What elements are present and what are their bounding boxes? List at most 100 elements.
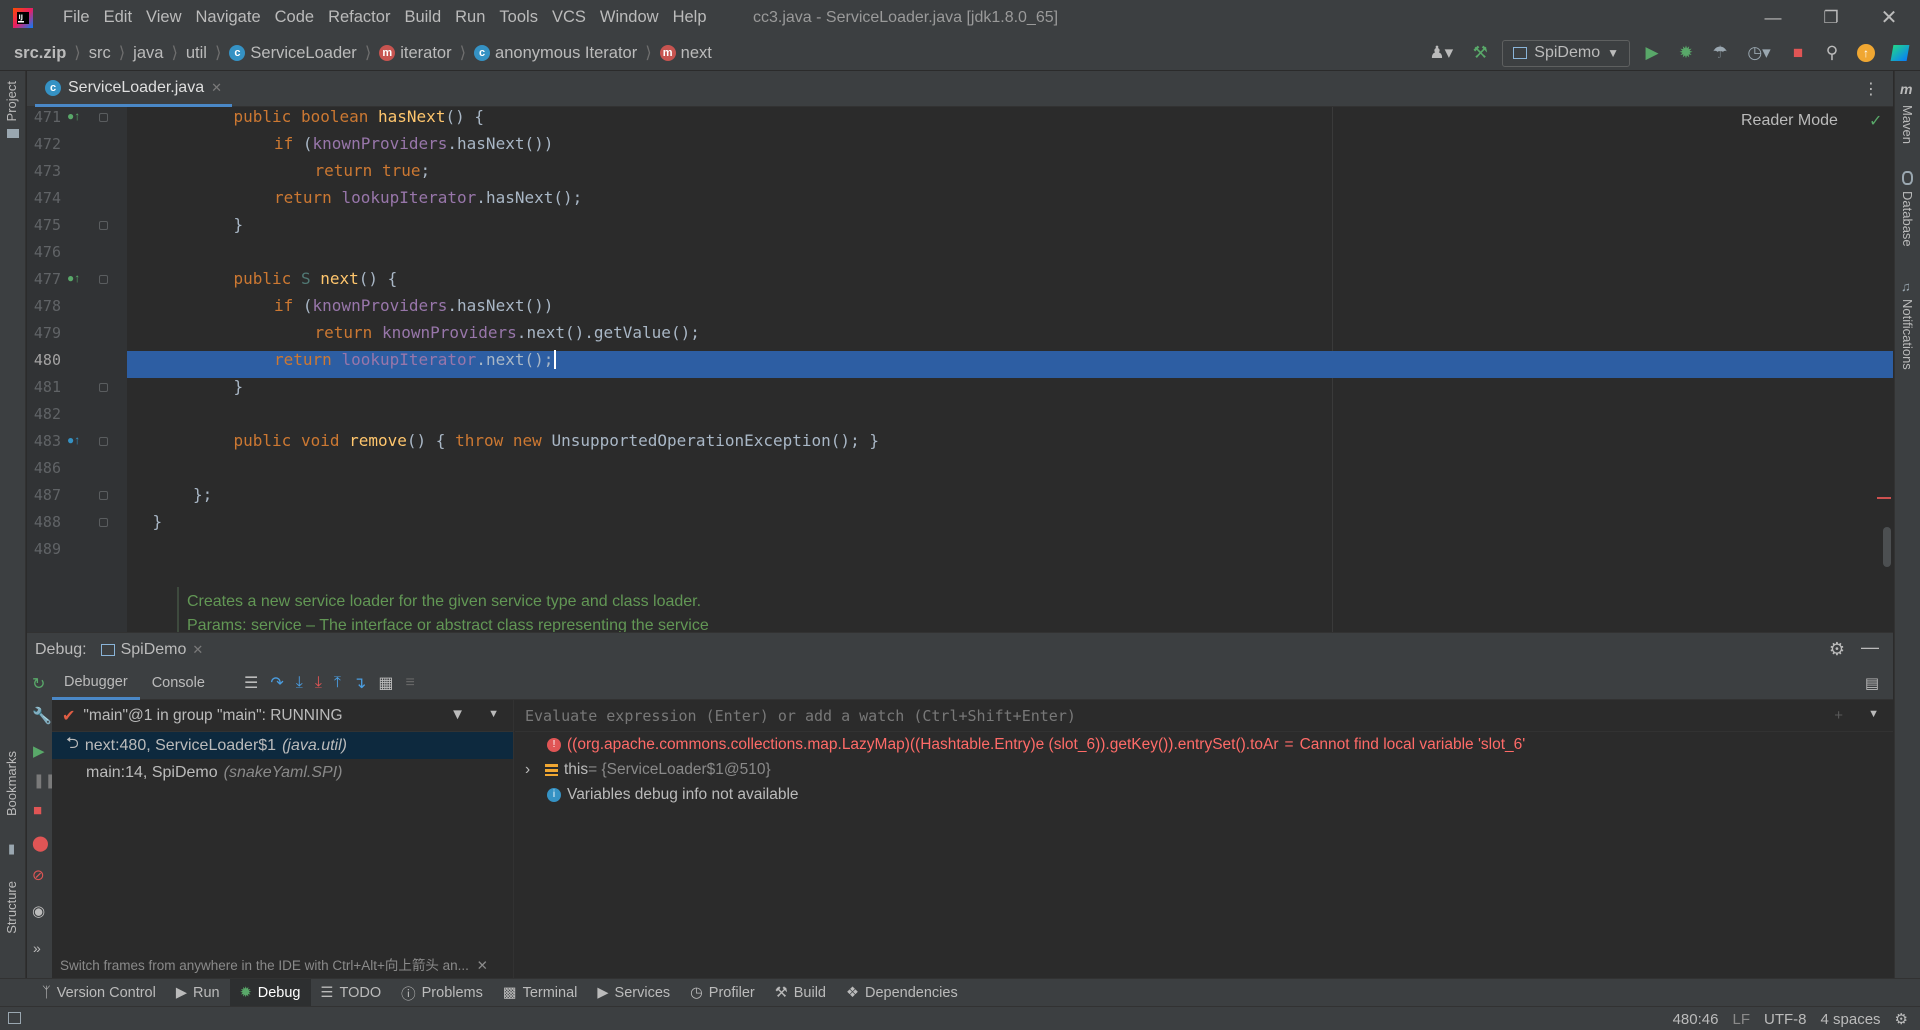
tab-version-control[interactable]: ᛉ Version Control — [32, 979, 166, 1007]
line-number[interactable]: 489 — [27, 540, 61, 558]
file-encoding[interactable]: UTF-8 — [1764, 1011, 1807, 1028]
line-number[interactable]: 473 — [27, 162, 61, 180]
tab-console[interactable]: Console — [140, 666, 217, 700]
line-number[interactable]: 480 — [27, 351, 61, 369]
tab-terminal[interactable]: ▩ Terminal — [493, 979, 588, 1007]
fold-marker-icon[interactable] — [99, 491, 108, 500]
rerun-icon[interactable]: ↻ — [32, 674, 45, 694]
maven-tool-tab[interactable]: Maven — [1900, 105, 1915, 144]
update-icon[interactable]: ↑ — [1854, 41, 1878, 65]
frame-row[interactable]: ⮌ next:480, ServiceLoader$1 (java.util) — [52, 732, 513, 759]
force-step-into-icon[interactable]: ⤓ — [315, 674, 322, 692]
step-over-icon[interactable]: ↷ — [270, 673, 283, 693]
evaluate-expression-icon[interactable]: ▦ — [378, 673, 393, 693]
inspector-icon[interactable]: ⚙ — [1895, 1010, 1908, 1028]
line-number[interactable]: 486 — [27, 459, 61, 477]
tab-services[interactable]: ▶ Services — [587, 979, 680, 1007]
breadcrumb-anonymous-class[interactable]: c anonymous Iterator — [474, 44, 637, 63]
line-number[interactable]: 471 — [27, 108, 61, 126]
jetbrains-toolbox-icon[interactable] — [1888, 41, 1912, 65]
more-actions-icon[interactable]: » — [33, 940, 41, 956]
code-editor[interactable]: public boolean hasNext() {if (knownProvi… — [27, 107, 1893, 632]
breadcrumb-method-iterator[interactable]: m iterator — [379, 44, 452, 63]
indent-setting[interactable]: 4 spaces — [1821, 1011, 1881, 1028]
tab-dependencies[interactable]: ❖ Dependencies — [836, 979, 968, 1007]
stop-icon[interactable]: ■ — [1786, 41, 1810, 65]
implements-method-icon[interactable]: ●↑ — [67, 433, 80, 447]
menu-tools[interactable]: Tools — [492, 0, 545, 35]
menu-window[interactable]: Window — [593, 0, 666, 35]
show-execution-point-icon[interactable]: ☰ — [244, 673, 258, 693]
fold-marker-icon[interactable] — [99, 113, 108, 122]
breadcrumb-java[interactable]: java — [133, 44, 163, 63]
line-number[interactable]: 475 — [27, 216, 61, 234]
close-tab-icon[interactable]: ✕ — [211, 80, 222, 96]
debug-session-tab[interactable]: SpiDemo ✕ — [100, 641, 203, 659]
vcs-user-icon[interactable]: ♟▾ — [1424, 41, 1458, 65]
line-separator[interactable]: LF — [1732, 1011, 1750, 1028]
intellij-logo-icon[interactable]: IJ — [12, 7, 34, 29]
profile-icon[interactable]: ◷▾ — [1742, 41, 1776, 65]
fold-marker-icon[interactable] — [99, 221, 108, 230]
line-number[interactable]: 472 — [27, 135, 61, 153]
coverage-icon[interactable]: ☂ — [1708, 41, 1732, 65]
tab-debug[interactable]: ✹ Debug — [229, 979, 311, 1007]
stop-debug-icon[interactable]: ■ — [33, 802, 42, 819]
run-icon[interactable]: ▶ — [1640, 41, 1664, 65]
breadcrumb-src[interactable]: src — [89, 44, 111, 63]
menu-view[interactable]: View — [139, 0, 188, 35]
line-number[interactable]: 481 — [27, 378, 61, 396]
line-number[interactable]: 478 — [27, 297, 61, 315]
line-number[interactable]: 476 — [27, 243, 61, 261]
expand-icon[interactable]: › — [525, 761, 539, 779]
search-icon[interactable]: ⚲ — [1820, 41, 1844, 65]
tab-profiler[interactable]: ◷ Profiler — [680, 979, 765, 1007]
notifications-tool-tab[interactable]: Notifications — [1900, 299, 1915, 370]
tab-serviceloader-java[interactable]: c ServiceLoader.java ✕ — [35, 71, 232, 107]
tab-todo[interactable]: ☰ TODO — [311, 979, 392, 1007]
mute-breakpoints-icon[interactable]: ⊘ — [32, 866, 45, 884]
bookmarks-tool-tab[interactable]: Bookmarks — [4, 751, 19, 816]
inspection-ok-icon[interactable]: ✓ — [1869, 111, 1882, 131]
debug-icon[interactable]: ✹ — [1674, 41, 1698, 65]
gear-icon[interactable]: ⚙ — [1829, 639, 1845, 660]
menu-vcs[interactable]: VCS — [545, 0, 593, 35]
line-number[interactable]: 483 — [27, 432, 61, 450]
close-hint-icon[interactable]: ✕ — [477, 958, 488, 973]
editor-scrollbar[interactable] — [1883, 527, 1891, 567]
breadcrumb-util[interactable]: util — [186, 44, 207, 63]
menu-navigate[interactable]: Navigate — [189, 0, 268, 35]
minimize-icon[interactable]: — — [1744, 0, 1802, 35]
caret-position[interactable]: 480:46 — [1673, 1011, 1719, 1028]
step-into-icon[interactable]: ⤓ — [296, 674, 303, 692]
layout-settings-icon[interactable]: ▤ — [1865, 674, 1879, 692]
breadcrumb-class[interactable]: c ServiceLoader — [229, 44, 357, 63]
watch-error-row[interactable]: ! ((org.apache.commons.collections.map.L… — [515, 732, 1893, 757]
restore-icon[interactable]: ❐ — [1802, 0, 1860, 35]
fold-marker-icon[interactable] — [99, 437, 108, 446]
menu-run[interactable]: Run — [448, 0, 492, 35]
toggle-tool-windows-icon[interactable] — [8, 1012, 21, 1024]
tab-debugger[interactable]: Debugger — [52, 666, 140, 700]
menu-refactor[interactable]: Refactor — [321, 0, 397, 35]
tab-run[interactable]: ▶ Run — [166, 979, 230, 1007]
evaluate-expression-input[interactable]: Evaluate expression (Enter) or add a wat… — [525, 707, 1076, 725]
filter-icon[interactable]: ▼ — [450, 706, 465, 723]
build-hammer-icon[interactable]: ⚒ — [1468, 41, 1492, 65]
tab-build[interactable]: ⚒ Build — [765, 979, 836, 1007]
reader-mode-toggle[interactable]: Reader Mode — [1741, 112, 1838, 130]
fold-marker-icon[interactable] — [99, 383, 108, 392]
line-number[interactable]: 474 — [27, 189, 61, 207]
menu-file[interactable]: File — [56, 0, 97, 35]
chevron-down-icon[interactable]: ▼ — [488, 708, 499, 720]
line-number[interactable]: 482 — [27, 405, 61, 423]
thread-selector[interactable]: ✔ "main"@1 in group "main": RUNNING ▼ ▼ — [52, 700, 513, 732]
view-breakpoints-icon[interactable]: ⬤ — [32, 834, 49, 852]
line-number[interactable]: 488 — [27, 513, 61, 531]
more-options-icon[interactable]: ⋮ — [1863, 79, 1879, 99]
chevron-down-icon[interactable]: ▼ — [1868, 708, 1879, 720]
line-number[interactable]: 487 — [27, 486, 61, 504]
breadcrumb-root[interactable]: src.zip — [14, 44, 66, 63]
tab-problems[interactable]: ⓘ Problems — [391, 979, 493, 1007]
overrides-method-icon[interactable]: ●↑ — [67, 271, 80, 285]
